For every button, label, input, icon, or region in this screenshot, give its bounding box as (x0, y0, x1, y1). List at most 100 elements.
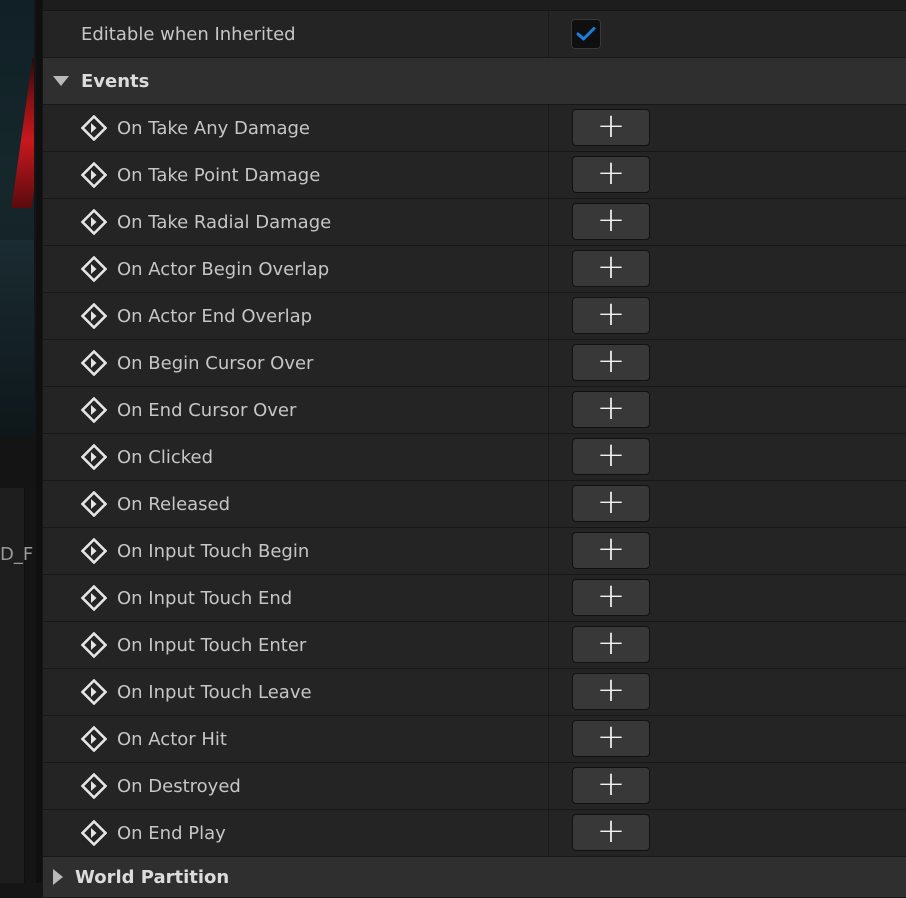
event-row: On End Play + (43, 810, 906, 857)
event-diamond-icon (81, 303, 107, 329)
column-separator[interactable] (548, 481, 549, 527)
event-diamond-icon (81, 726, 107, 752)
event-label: On Actor Hit (117, 728, 227, 750)
world-partition-category-label: World Partition (75, 866, 230, 888)
details-panel: Editable when Inherited Events On Take A… (43, 0, 906, 898)
event-row: On Take Radial Damage + (43, 199, 906, 246)
event-diamond-icon (81, 115, 107, 141)
event-diamond-icon (81, 350, 107, 376)
events-category-label: Events (81, 70, 150, 92)
event-diamond-icon (81, 679, 107, 705)
editable-when-inherited-label: Editable when Inherited (81, 23, 296, 45)
plus-icon: + (596, 529, 626, 569)
event-label: On Take Any Damage (117, 117, 310, 139)
add-event-button[interactable]: + (572, 297, 650, 334)
plus-icon: + (596, 811, 626, 851)
event-row: On Actor Begin Overlap + (43, 246, 906, 293)
column-separator[interactable] (548, 246, 549, 292)
event-diamond-icon (81, 162, 107, 188)
event-row: On Destroyed + (43, 763, 906, 810)
plus-icon: + (596, 388, 626, 428)
column-separator[interactable] (548, 716, 549, 762)
add-event-button[interactable]: + (572, 626, 650, 663)
add-event-button[interactable]: + (572, 767, 650, 804)
add-event-button[interactable]: + (572, 344, 650, 381)
add-event-button[interactable]: + (572, 673, 650, 710)
add-event-button[interactable]: + (572, 250, 650, 287)
add-event-button[interactable]: + (572, 391, 650, 428)
column-separator[interactable] (548, 810, 549, 856)
add-event-button[interactable]: + (572, 156, 650, 193)
left-gap (0, 436, 40, 488)
event-label: On Take Point Damage (117, 164, 321, 186)
column-separator[interactable] (548, 105, 549, 151)
event-diamond-icon (81, 256, 107, 282)
column-separator[interactable] (548, 293, 549, 339)
plus-icon: + (596, 153, 626, 193)
event-diamond-icon (81, 585, 107, 611)
plus-icon: + (596, 576, 626, 616)
viewport-red-shape (11, 58, 34, 208)
left-panel-cut-text: D_F (0, 544, 34, 565)
event-row: On Actor Hit + (43, 716, 906, 763)
plus-icon: + (596, 247, 626, 287)
event-diamond-icon (81, 820, 107, 846)
event-diamond-icon (81, 632, 107, 658)
plus-icon: + (596, 200, 626, 240)
column-separator[interactable] (548, 763, 549, 809)
column-separator[interactable] (548, 199, 549, 245)
add-event-button[interactable]: + (572, 720, 650, 757)
column-separator[interactable] (548, 669, 549, 715)
add-event-button[interactable]: + (572, 579, 650, 616)
event-label: On Actor Begin Overlap (117, 258, 330, 280)
column-separator[interactable] (548, 11, 549, 57)
column-separator[interactable] (548, 622, 549, 668)
column-separator[interactable] (548, 575, 549, 621)
add-event-button[interactable]: + (572, 109, 650, 146)
checkmark-icon (576, 27, 596, 41)
plus-icon: + (596, 670, 626, 710)
events-list: On Take Any Damage + On Take Point Damage +… (43, 105, 906, 857)
panel-divider[interactable] (36, 0, 42, 883)
event-row: On Begin Cursor Over + (43, 340, 906, 387)
event-diamond-icon (81, 397, 107, 423)
event-label: On Destroyed (117, 775, 241, 797)
add-event-button[interactable]: + (572, 532, 650, 569)
event-row: On Clicked + (43, 434, 906, 481)
event-label: On Input Touch Begin (117, 540, 310, 562)
add-event-button[interactable]: + (572, 438, 650, 475)
event-row: On Actor End Overlap + (43, 293, 906, 340)
event-diamond-icon (81, 773, 107, 799)
event-label: On Begin Cursor Over (117, 352, 314, 374)
expand-caret-icon[interactable] (53, 76, 69, 86)
add-event-button[interactable]: + (572, 485, 650, 522)
plus-icon: + (596, 717, 626, 757)
column-separator[interactable] (548, 528, 549, 574)
event-label: On Actor End Overlap (117, 305, 313, 327)
plus-icon: + (596, 623, 626, 663)
plus-icon: + (596, 764, 626, 804)
events-category-header[interactable]: Events (43, 58, 906, 105)
top-edge (43, 0, 906, 11)
viewport-preview (0, 0, 34, 436)
event-label: On Released (117, 493, 231, 515)
column-separator[interactable] (548, 387, 549, 433)
event-label: On Clicked (117, 446, 214, 468)
plus-icon: + (596, 106, 626, 146)
event-row: On Take Any Damage + (43, 105, 906, 152)
editable-when-inherited-checkbox[interactable] (571, 19, 601, 49)
plus-icon: + (596, 435, 626, 475)
event-row: On Take Point Damage + (43, 152, 906, 199)
event-row: On Input Touch Leave + (43, 669, 906, 716)
column-separator[interactable] (548, 434, 549, 480)
event-row: On Released + (43, 481, 906, 528)
event-label: On End Cursor Over (117, 399, 297, 421)
column-separator[interactable] (548, 340, 549, 386)
event-label: On Input Touch Enter (117, 634, 307, 656)
add-event-button[interactable]: + (572, 814, 650, 851)
event-diamond-icon (81, 491, 107, 517)
column-separator[interactable] (548, 152, 549, 198)
event-label: On Input Touch Leave (117, 681, 312, 703)
add-event-button[interactable]: + (572, 203, 650, 240)
world-partition-category-header[interactable]: World Partition (43, 857, 906, 898)
